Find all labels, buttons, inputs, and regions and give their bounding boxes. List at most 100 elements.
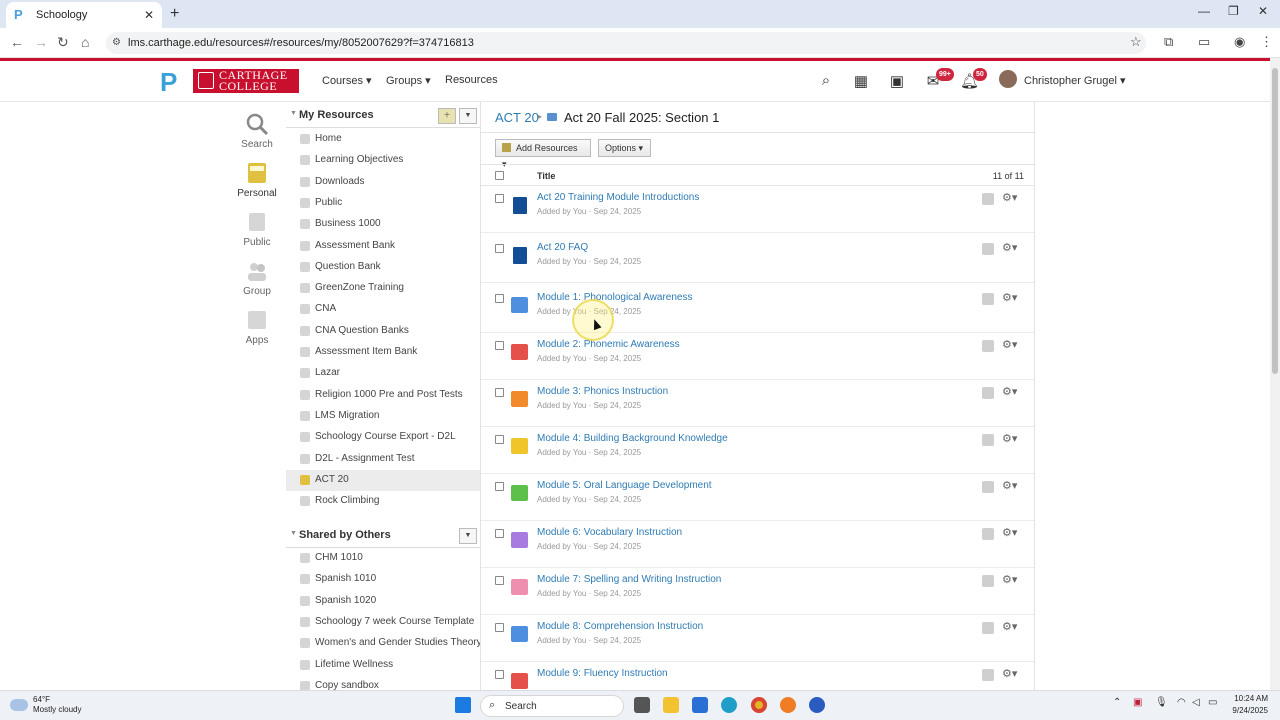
profile-icon[interactable]: ◉ xyxy=(1234,34,1245,50)
gear-icon[interactable]: ⚙▾ xyxy=(1002,291,1017,304)
table-row[interactable]: Module 3: Phonics Instruction Added by Yo… xyxy=(481,380,1034,427)
nav-courses[interactable]: Courses ▾ xyxy=(322,74,372,87)
resource-title-link[interactable]: Module 4: Building Background Knowledge xyxy=(537,433,728,444)
sidebar-item[interactable]: Religion 1000 Pre and Post Tests xyxy=(286,385,480,406)
sidebar-item[interactable]: ACT 20 xyxy=(286,469,480,491)
firefox-icon[interactable] xyxy=(780,697,796,713)
gear-icon[interactable]: ⚙▾ xyxy=(1002,241,1017,254)
sidebar-item[interactable]: Question Bank xyxy=(286,257,480,278)
share-icon[interactable] xyxy=(982,622,994,634)
url-field[interactable]: ⚙ lms.carthage.edu/resources#/resources/… xyxy=(106,32,1146,54)
minimize-icon[interactable]: — xyxy=(1198,4,1210,18)
apps-grid-icon[interactable]: ▦ xyxy=(852,72,870,90)
microphone-icon[interactable]: 🎙︎ xyxy=(1155,697,1168,708)
sidebar-item[interactable]: Copy sandbox xyxy=(286,676,480,690)
row-checkbox[interactable] xyxy=(495,435,504,444)
sidebar-item[interactable]: Downloads xyxy=(286,172,480,193)
sidebar-item[interactable]: Home xyxy=(286,129,480,150)
sidebar-item[interactable]: Assessment Bank xyxy=(286,236,480,257)
row-checkbox[interactable] xyxy=(495,388,504,397)
nav-resources[interactable]: Resources xyxy=(445,74,498,86)
share-icon[interactable] xyxy=(982,243,994,255)
settings-app-icon[interactable] xyxy=(809,697,825,713)
gear-icon[interactable]: ⚙▾ xyxy=(1002,385,1017,398)
resource-title-link[interactable]: Module 6: Vocabulary Instruction xyxy=(537,527,682,538)
file-explorer-icon[interactable] xyxy=(663,697,679,713)
sidebar-item[interactable]: Lifetime Wellness xyxy=(286,655,480,676)
close-tab-icon[interactable]: ✕ xyxy=(144,8,154,22)
gear-icon[interactable]: ⚙▾ xyxy=(1002,526,1017,539)
collection-options-dropdown[interactable]: ▼ xyxy=(459,108,477,124)
sidebar-item[interactable]: Women's and Gender Studies Theory xyxy=(286,633,480,654)
sidebar-item[interactable]: Assessment Item Bank xyxy=(286,342,480,363)
sidebar-item[interactable]: Lazar xyxy=(286,363,480,384)
resource-title-link[interactable]: Module 9: Fluency Instruction xyxy=(537,668,668,679)
browser-tab[interactable]: P Schoology ✕ xyxy=(6,2,162,28)
collapse-arrow-icon[interactable]: ▼ xyxy=(290,530,297,537)
windows-start-icon[interactable] xyxy=(455,697,471,713)
table-row[interactable]: Module 2: Phonemic Awareness Added by You… xyxy=(481,333,1034,380)
row-checkbox[interactable] xyxy=(495,482,504,491)
restore-icon[interactable]: ❐ xyxy=(1228,4,1239,18)
nav-groups[interactable]: Groups ▾ xyxy=(386,74,431,87)
close-window-icon[interactable]: ✕ xyxy=(1258,4,1268,18)
chrome-icon[interactable] xyxy=(751,697,767,713)
avatar[interactable] xyxy=(999,70,1017,88)
sidebar-item[interactable]: LMS Migration xyxy=(286,406,480,427)
sidebar-item[interactable]: Learning Objectives xyxy=(286,150,480,171)
share-icon[interactable] xyxy=(982,434,994,446)
reload-icon[interactable]: ↻ xyxy=(57,34,69,51)
collapse-arrow-icon[interactable]: ▼ xyxy=(290,110,297,117)
back-icon[interactable]: ← xyxy=(10,34,24,50)
browser-menu-icon[interactable]: ⋮ xyxy=(1260,34,1273,50)
row-checkbox[interactable] xyxy=(495,341,504,350)
table-row[interactable]: Module 1: Phonological Awareness Added by… xyxy=(481,286,1034,333)
sidebar-item[interactable]: Spanish 1010 xyxy=(286,569,480,590)
sidebar-item[interactable]: Public xyxy=(286,193,480,214)
sidebar-item[interactable]: Schoology Course Export - D2L xyxy=(286,427,480,448)
rail-group[interactable]: Group xyxy=(232,259,282,297)
row-checkbox[interactable] xyxy=(495,623,504,632)
table-row[interactable]: Act 20 Training Module Introductions Adde… xyxy=(481,186,1034,233)
search-icon[interactable]: ⌕ xyxy=(817,72,835,90)
sidebar-item[interactable]: CNA Question Banks xyxy=(286,321,480,342)
wifi-icon[interactable]: ◠ xyxy=(1177,697,1186,708)
share-icon[interactable] xyxy=(982,481,994,493)
gear-icon[interactable]: ⚙▾ xyxy=(1002,573,1017,586)
resource-title-link[interactable]: Module 3: Phonics Instruction xyxy=(537,386,668,397)
table-row[interactable]: Module 5: Oral Language Development Added… xyxy=(481,474,1034,521)
gear-icon[interactable]: ⚙▾ xyxy=(1002,479,1017,492)
row-checkbox[interactable] xyxy=(495,576,504,585)
sidebar-item[interactable]: GreenZone Training xyxy=(286,278,480,299)
gear-icon[interactable]: ⚙▾ xyxy=(1002,620,1017,633)
resource-title-link[interactable]: Act 20 Training Module Introductions xyxy=(537,192,699,203)
table-row[interactable]: Module 9: Fluency Instruction ⚙▾ xyxy=(481,662,1034,690)
home-icon[interactable]: ⌂ xyxy=(81,34,89,50)
table-row[interactable]: Module 4: Building Background Knowledge A… xyxy=(481,427,1034,474)
select-all-checkbox[interactable] xyxy=(495,171,504,180)
shared-by-others-header[interactable]: ▼ Shared by Others ▼ xyxy=(286,522,480,548)
row-checkbox[interactable] xyxy=(495,194,504,203)
sidebar-item[interactable]: CNA xyxy=(286,299,480,320)
resource-title-link[interactable]: Module 5: Oral Language Development xyxy=(537,480,712,491)
edge-icon[interactable] xyxy=(721,697,737,713)
resource-title-link[interactable]: Module 7: Spelling and Writing Instructi… xyxy=(537,574,721,585)
user-menu[interactable]: Christopher Grugel ▾ xyxy=(1024,74,1126,87)
gear-icon[interactable]: ⚙▾ xyxy=(1002,191,1017,204)
sidebar-item[interactable]: CHM 1010 xyxy=(286,548,480,569)
add-collection-icon[interactable]: ＋ xyxy=(438,108,456,124)
page-scrollbar[interactable] xyxy=(1270,58,1280,690)
share-icon[interactable] xyxy=(982,669,994,681)
schoology-logo-icon[interactable]: P xyxy=(160,69,180,95)
table-row[interactable]: Act 20 FAQ Added by You · Sep 24, 2025 ⚙▾ xyxy=(481,236,1034,283)
new-tab-icon[interactable]: + xyxy=(170,5,179,23)
reading-list-icon[interactable]: ▭ xyxy=(1198,34,1210,50)
sidebar-item[interactable]: D2L - Assignment Test xyxy=(286,449,480,470)
share-icon[interactable] xyxy=(982,293,994,305)
share-icon[interactable] xyxy=(982,528,994,540)
sidebar-item[interactable]: Spanish 1020 xyxy=(286,591,480,612)
rail-search[interactable]: Search xyxy=(232,112,282,150)
options-button[interactable]: Options ▾ xyxy=(598,139,651,157)
row-checkbox[interactable] xyxy=(495,244,504,253)
sidebar-item[interactable]: Rock Climbing xyxy=(286,491,480,512)
